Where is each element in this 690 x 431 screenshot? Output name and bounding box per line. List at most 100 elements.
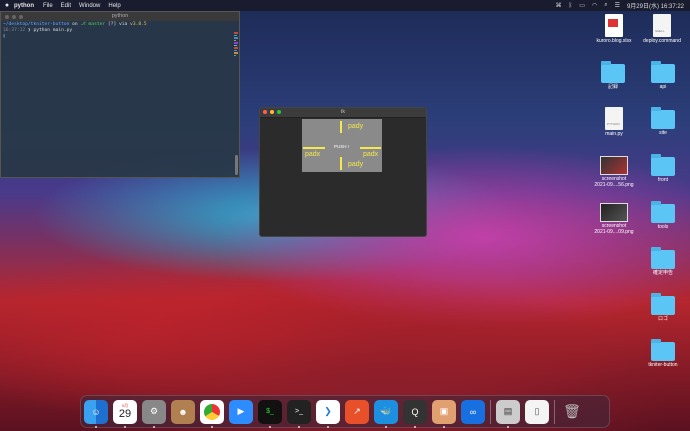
docker-icon[interactable]: 🐳: [374, 399, 398, 428]
desktop-icon-screenshot-2[interactable]: screenshot 2021-09....09.png: [589, 203, 639, 235]
desktop-icon-label: main.py: [605, 131, 623, 137]
search-icon[interactable]: ⌕: [604, 2, 607, 9]
folder-icon: [651, 293, 675, 315]
image-file-icon: [600, 203, 628, 222]
desktop-icon-kuroro-blog[interactable]: kuroro.blog.xlsx: [589, 14, 639, 44]
photos-icon[interactable]: ▤: [496, 399, 520, 428]
padx-right-label: padx: [363, 151, 379, 158]
terminal-app-icon[interactable]: >_: [287, 399, 311, 428]
terminal-scrollbar[interactable]: [235, 155, 238, 175]
python-version: v3.8.5: [130, 22, 147, 27]
zoom-icon[interactable]: [277, 110, 281, 114]
menu-window[interactable]: Window: [79, 3, 100, 9]
calendar-icon[interactable]: 9月 29: [113, 399, 137, 428]
desktop-icon-label: tkniter-button: [648, 362, 678, 368]
desktop-icon-deploy-command[interactable]: SHELL deploy.command: [637, 14, 687, 44]
terminal-titlebar[interactable]: python: [1, 12, 239, 21]
close-icon[interactable]: [5, 14, 9, 19]
desktop-icon-kakutei[interactable]: 確定申告: [638, 247, 688, 276]
menu-help[interactable]: Help: [108, 3, 120, 9]
zoom-icon[interactable]: [19, 14, 23, 19]
infinity-icon[interactable]: ∞: [461, 399, 485, 424]
desktop-icon-tkniter-button[interactable]: tkniter-button: [638, 339, 688, 368]
iterm-icon[interactable]: $_: [258, 399, 282, 428]
menu-file[interactable]: File: [43, 3, 53, 9]
running-indicator: [507, 425, 509, 428]
battery-icon[interactable]: ▭: [579, 2, 585, 9]
padx-left-label: padx: [305, 151, 321, 158]
python-file-icon: PYTHON: [605, 107, 623, 130]
terminal-cursor: ▯: [3, 34, 6, 39]
terminal-output[interactable]: ~/desktop/tkniter-button on ⎇ master [?]…: [1, 21, 239, 41]
calendar-day: 29: [118, 408, 132, 420]
prompt-status: [?] via: [105, 22, 131, 27]
quicktime-icon[interactable]: Q: [403, 399, 427, 428]
bluetooth-icon[interactable]: ᛒ: [569, 3, 573, 9]
close-icon[interactable]: [263, 110, 267, 114]
trash-icon[interactable]: 🗑: [560, 400, 584, 424]
chrome-icon[interactable]: [200, 399, 224, 428]
desktop-icon-site[interactable]: site: [638, 107, 688, 136]
running-indicator: [124, 425, 126, 428]
terminal-window[interactable]: python ~/desktop/tkniter-button on ⎇ mas…: [0, 11, 240, 178]
branch-icon: ⎇: [80, 22, 89, 27]
pady-bottom-label: pady: [348, 161, 364, 168]
desktop-icon-logo[interactable]: ロゴ: [638, 293, 688, 322]
apple-icon[interactable]: ●: [0, 2, 14, 9]
folder-icon: [651, 201, 675, 223]
desktop-icon-screenshot-1[interactable]: screenshot 2021-09....56.png: [589, 156, 639, 188]
image-file-icon: [600, 156, 628, 175]
prompt-time: 16:37:12: [3, 28, 26, 33]
desktop-icon-main-py[interactable]: PYTHON main.py: [589, 107, 639, 137]
tk-titlebar[interactable]: tk: [260, 108, 426, 118]
folder-icon: [601, 61, 625, 83]
running-indicator: [211, 425, 213, 428]
contacts-icon[interactable]: ☻: [171, 399, 195, 424]
running-indicator: [327, 425, 329, 428]
running-indicator: [385, 425, 387, 428]
running-indicator: [443, 425, 445, 428]
running-indicator: [95, 425, 97, 428]
desktop-icon-label: screenshot 2021-09....09.png: [594, 223, 634, 235]
desktop-icon-label: kuroro.blog.xlsx: [596, 38, 632, 44]
folder-icon: [651, 107, 675, 129]
folder-icon: [651, 154, 675, 176]
desktop-icon-label: 確定申告: [652, 270, 673, 276]
menubar-clock[interactable]: 9月29日(水) 16:37:22: [627, 1, 684, 10]
push-button[interactable]: PUSH !: [334, 144, 349, 149]
desktop-icon-api[interactable]: api: [638, 61, 688, 90]
terminal-title: python: [111, 13, 129, 19]
push-button-area[interactable]: PUSH ! pady pady padx padx: [302, 119, 382, 172]
document-icon[interactable]: ▯: [525, 399, 549, 424]
system-preferences-icon[interactable]: ⚙: [142, 399, 166, 428]
wifi-icon[interactable]: ◠: [592, 2, 597, 9]
menu-bar: ● python File Edit Window Help ⌘ ᛒ ▭ ◠ ⌕…: [0, 0, 690, 11]
desktop-icon-label: tools: [657, 224, 669, 230]
desktop-icon-label: site: [659, 130, 667, 136]
pady-bottom-arrow: [340, 157, 342, 170]
menu-edit[interactable]: Edit: [61, 3, 71, 9]
instruments-icon[interactable]: ↗: [345, 399, 369, 424]
menu-app-name[interactable]: python: [14, 3, 34, 9]
tk-title: tk: [340, 109, 346, 115]
minimize-icon[interactable]: [270, 110, 274, 114]
desktop-icon-kiroku[interactable]: 記録: [588, 61, 638, 90]
terminal-minimap: [234, 32, 238, 172]
finder-icon[interactable]: ☺: [84, 399, 108, 428]
desktop-icon-tools[interactable]: tools: [638, 201, 688, 230]
control-center-icon[interactable]: ☰: [615, 2, 620, 9]
minimize-icon[interactable]: [12, 14, 16, 19]
desktop-icon-front[interactable]: front: [638, 154, 688, 183]
desktop-icon-label: deploy.command: [643, 38, 681, 44]
desktop-icon-label: front: [657, 177, 668, 183]
zoom-app-icon[interactable]: ▶: [229, 399, 253, 424]
dock: ☺ 9月 29 ⚙ ☻ ▶ $_ >_ ❯ ↗ 🐳 Q ▣ ∞ ▤ ▯ 🗑: [80, 395, 610, 428]
status-icon-1[interactable]: ⌘: [556, 2, 562, 9]
tk-window[interactable]: tk PUSH ! pady pady padx padx: [259, 107, 427, 237]
prompt-branch: master: [88, 22, 106, 27]
pady-top-label: pady: [348, 123, 364, 130]
spreadsheet-file-icon: [605, 14, 623, 37]
preview-icon[interactable]: ▣: [432, 399, 456, 428]
folder-icon: [651, 61, 675, 83]
vscode-icon[interactable]: ❯: [316, 399, 340, 428]
